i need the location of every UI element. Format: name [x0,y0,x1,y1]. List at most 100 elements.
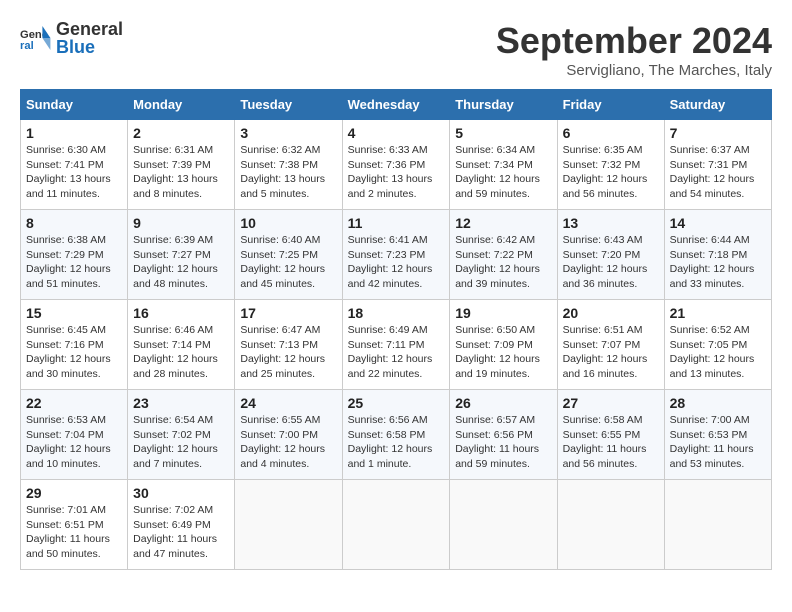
day-number: 1 [26,125,122,141]
day-number: 10 [240,215,336,231]
day-number: 12 [455,215,551,231]
day-info: Sunrise: 6:34 AMSunset: 7:34 PMDaylight:… [455,143,551,202]
day-header-wednesday: Wednesday [342,90,450,120]
calendar-cell: 28Sunrise: 7:00 AMSunset: 6:53 PMDayligh… [664,390,771,480]
day-info: Sunrise: 6:32 AMSunset: 7:38 PMDaylight:… [240,143,336,202]
day-info: Sunrise: 6:40 AMSunset: 7:25 PMDaylight:… [240,233,336,292]
day-info: Sunrise: 6:53 AMSunset: 7:04 PMDaylight:… [26,413,122,472]
day-number: 23 [133,395,229,411]
day-info: Sunrise: 6:56 AMSunset: 6:58 PMDaylight:… [348,413,445,472]
day-info: Sunrise: 6:41 AMSunset: 7:23 PMDaylight:… [348,233,445,292]
day-info: Sunrise: 6:49 AMSunset: 7:11 PMDaylight:… [348,323,445,382]
calendar-cell: 4Sunrise: 6:33 AMSunset: 7:36 PMDaylight… [342,120,450,210]
week-row-2: 8Sunrise: 6:38 AMSunset: 7:29 PMDaylight… [21,210,772,300]
day-number: 16 [133,305,229,321]
calendar-cell: 2 Sunrise: 6:31 AMSunset: 7:39 PMDaylight… [128,120,235,210]
calendar-cell: 25 Sunrise: 6:56 AMSunset: 6:58 PMDayligh… [342,390,450,480]
calendar-cell [557,480,664,570]
day-info: Sunrise: 6:37 AMSunset: 7:31 PMDaylight:… [670,143,766,202]
day-header-saturday: Saturday [664,90,771,120]
calendar-cell: 27 Sunrise: 6:58 AMSunset: 6:55 PMDayligh… [557,390,664,480]
day-number: 25 [348,395,445,411]
day-info: Sunrise: 6:31 AMSunset: 7:39 PMDaylight:… [133,143,229,202]
day-number: 5 [455,125,551,141]
day-info: Sunrise: 6:33 AMSunset: 7:36 PMDaylight:… [348,143,445,202]
subtitle: Servigliano, The Marches, Italy [496,62,772,79]
calendar-cell: 8Sunrise: 6:38 AMSunset: 7:29 PMDaylight… [21,210,128,300]
day-number: 24 [240,395,336,411]
calendar-cell: 26Sunrise: 6:57 AMSunset: 6:56 PMDayligh… [450,390,557,480]
day-number: 28 [670,395,766,411]
day-number: 21 [670,305,766,321]
calendar-cell: 22 Sunrise: 6:53 AMSunset: 7:04 PMDayligh… [21,390,128,480]
calendar-cell [235,480,342,570]
day-number: 20 [563,305,659,321]
calendar-cell: 13 Sunrise: 6:43 AMSunset: 7:20 PMDayligh… [557,210,664,300]
calendar-cell: 10 Sunrise: 6:40 AMSunset: 7:25 PMDayligh… [235,210,342,300]
calendar-table: SundayMondayTuesdayWednesdayThursdayFrid… [20,89,772,570]
calendar-cell: 1 Sunrise: 6:30 AMSunset: 7:41 PMDaylight… [21,120,128,210]
day-info: Sunrise: 6:58 AMSunset: 6:55 PMDaylight:… [563,413,659,472]
day-info: Sunrise: 6:54 AMSunset: 7:02 PMDaylight:… [133,413,229,472]
calendar-cell: 16 Sunrise: 6:46 AMSunset: 7:14 PMDayligh… [128,300,235,390]
title-block: September 2024 Servigliano, The Marches,… [496,20,772,79]
page-header: Gene ral General Blue September 2024 Ser… [20,20,772,79]
day-header-thursday: Thursday [450,90,557,120]
calendar-cell: 23 Sunrise: 6:54 AMSunset: 7:02 PMDayligh… [128,390,235,480]
calendar-cell: 7 Sunrise: 6:37 AMSunset: 7:31 PMDaylight… [664,120,771,210]
day-info: Sunrise: 6:45 AMSunset: 7:16 PMDaylight:… [26,323,122,382]
logo-icon: Gene ral [20,22,52,54]
day-number: 19 [455,305,551,321]
day-number: 3 [240,125,336,141]
calendar-cell: 18Sunrise: 6:49 AMSunset: 7:11 PMDayligh… [342,300,450,390]
calendar-cell [342,480,450,570]
day-header-monday: Monday [128,90,235,120]
calendar-cell: 17 Sunrise: 6:47 AMSunset: 7:13 PMDayligh… [235,300,342,390]
day-number: 30 [133,485,229,501]
day-info: Sunrise: 6:42 AMSunset: 7:22 PMDaylight:… [455,233,551,292]
day-info: Sunrise: 7:02 AMSunset: 6:49 PMDaylight:… [133,503,229,562]
week-row-5: 29 Sunrise: 7:01 AMSunset: 6:51 PMDayligh… [21,480,772,570]
calendar-cell: 19 Sunrise: 6:50 AMSunset: 7:09 PMDayligh… [450,300,557,390]
day-number: 22 [26,395,122,411]
day-header-sunday: Sunday [21,90,128,120]
day-number: 6 [563,125,659,141]
calendar-cell: 11 Sunrise: 6:41 AMSunset: 7:23 PMDayligh… [342,210,450,300]
calendar-cell: 3 Sunrise: 6:32 AMSunset: 7:38 PMDaylight… [235,120,342,210]
day-number: 13 [563,215,659,231]
day-info: Sunrise: 6:44 AMSunset: 7:18 PMDaylight:… [670,233,766,292]
day-number: 27 [563,395,659,411]
calendar-cell [664,480,771,570]
day-number: 15 [26,305,122,321]
calendar-cell: 29 Sunrise: 7:01 AMSunset: 6:51 PMDayligh… [21,480,128,570]
calendar-cell: 5 Sunrise: 6:34 AMSunset: 7:34 PMDaylight… [450,120,557,210]
day-number: 11 [348,215,445,231]
day-number: 9 [133,215,229,231]
day-number: 29 [26,485,122,501]
day-info: Sunrise: 6:39 AMSunset: 7:27 PMDaylight:… [133,233,229,292]
svg-text:ral: ral [20,40,34,52]
month-title: September 2024 [496,20,772,62]
day-info: Sunrise: 6:57 AMSunset: 6:56 PMDaylight:… [455,413,551,472]
week-row-3: 15 Sunrise: 6:45 AMSunset: 7:16 PMDayligh… [21,300,772,390]
calendar-cell: 6Sunrise: 6:35 AMSunset: 7:32 PMDaylight… [557,120,664,210]
day-info: Sunrise: 6:30 AMSunset: 7:41 PMDaylight:… [26,143,122,202]
day-info: Sunrise: 6:50 AMSunset: 7:09 PMDaylight:… [455,323,551,382]
day-info: Sunrise: 6:46 AMSunset: 7:14 PMDaylight:… [133,323,229,382]
day-info: Sunrise: 6:47 AMSunset: 7:13 PMDaylight:… [240,323,336,382]
day-header-friday: Friday [557,90,664,120]
week-row-4: 22 Sunrise: 6:53 AMSunset: 7:04 PMDayligh… [21,390,772,480]
day-info: Sunrise: 6:51 AMSunset: 7:07 PMDaylight:… [563,323,659,382]
calendar-cell: 21 Sunrise: 6:52 AMSunset: 7:05 PMDayligh… [664,300,771,390]
calendar-cell: 20 Sunrise: 6:51 AMSunset: 7:07 PMDayligh… [557,300,664,390]
day-number: 17 [240,305,336,321]
day-number: 2 [133,125,229,141]
day-info: Sunrise: 6:43 AMSunset: 7:20 PMDaylight:… [563,233,659,292]
day-number: 14 [670,215,766,231]
calendar-cell: 15 Sunrise: 6:45 AMSunset: 7:16 PMDayligh… [21,300,128,390]
week-row-1: 1 Sunrise: 6:30 AMSunset: 7:41 PMDaylight… [21,120,772,210]
day-number: 7 [670,125,766,141]
day-info: Sunrise: 7:01 AMSunset: 6:51 PMDaylight:… [26,503,122,562]
day-info: Sunrise: 6:52 AMSunset: 7:05 PMDaylight:… [670,323,766,382]
day-info: Sunrise: 6:38 AMSunset: 7:29 PMDaylight:… [26,233,122,292]
